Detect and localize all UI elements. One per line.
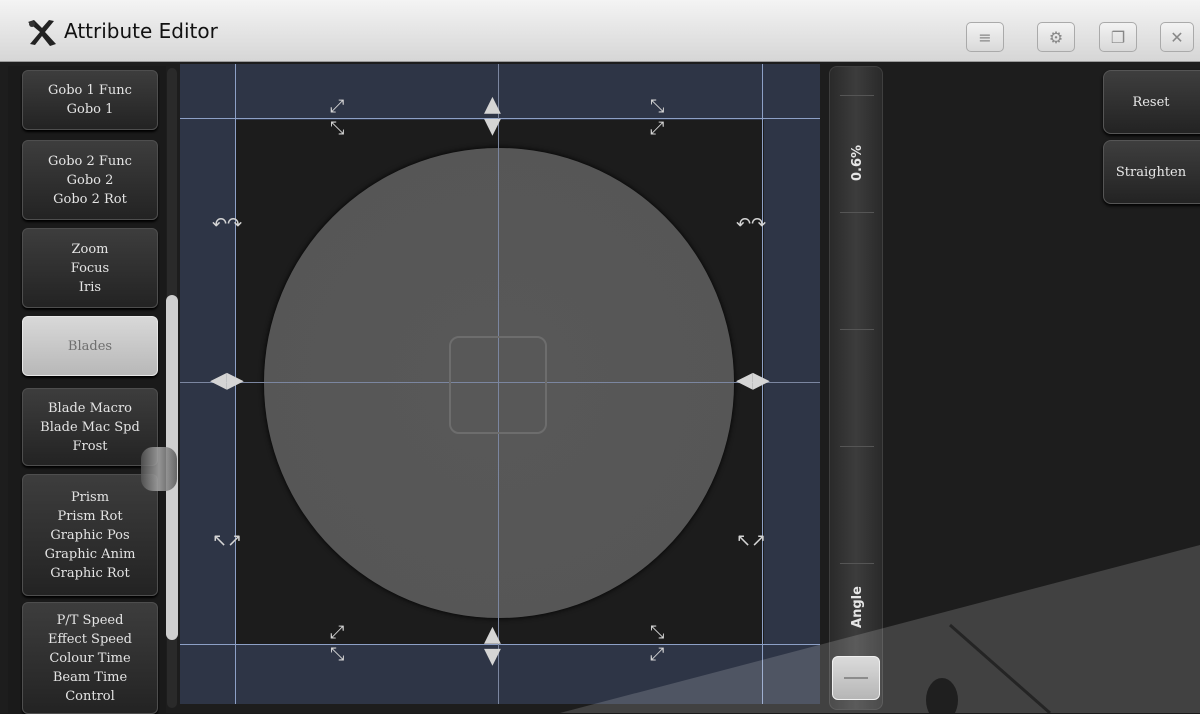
top-move-arrows-icon[interactable]: ▲ ▼ xyxy=(484,94,501,138)
sidebar-item-label: Focus xyxy=(70,260,110,276)
left-top-rotate-icon[interactable]: ↶↷ xyxy=(212,214,242,236)
sidebar-item-label: Graphic Rot xyxy=(50,565,130,581)
sidebar-item-label: P/T Speed xyxy=(56,612,124,628)
sidebar-item-label: Blade Mac Spd xyxy=(40,419,140,435)
sidebar-item-label: Colour Time xyxy=(49,650,131,666)
sidebar-item-3[interactable]: Blades xyxy=(22,316,158,376)
sidebar-item-label: Iris xyxy=(78,279,102,295)
sidebar-item-0[interactable]: Gobo 1 Func Gobo 1 xyxy=(22,70,158,130)
slider-label: Angle xyxy=(849,586,865,628)
sidebar-item-label: Control xyxy=(65,688,115,704)
bottom-move-arrows-icon[interactable]: ▲ ▼ xyxy=(484,624,501,668)
slider-knob[interactable] xyxy=(832,656,880,700)
left-bottom-rotate-icon[interactable]: ↖↗ xyxy=(212,530,242,552)
left-move-arrows-icon[interactable]: ◀▶ xyxy=(210,370,244,392)
sidebar-item-1[interactable]: Gobo 2 Func Gobo 2 Gobo 2 Rot xyxy=(22,140,158,220)
sidebar-item-label: Gobo 1 Func xyxy=(48,83,132,98)
top-left-rotate-icon[interactable]: ⤢ ⤡ xyxy=(330,96,344,140)
close-icon: ✕ xyxy=(1170,27,1184,47)
window-title: Attribute Editor xyxy=(64,19,218,43)
bottom-right-rotate-icon[interactable]: ⤡ ⤢ xyxy=(650,622,664,666)
top-right-rotate-icon[interactable]: ⤡ ⤢ xyxy=(650,96,664,140)
right-bottom-rotate-icon[interactable]: ↖↗ xyxy=(736,530,766,552)
close-button[interactable]: ✕ xyxy=(1160,22,1194,52)
sidebar-item-label: Effect Speed xyxy=(48,631,132,647)
sidebar-item-5[interactable]: Prism Prism Rot Graphic Pos Graphic Anim Gra… xyxy=(22,474,158,596)
slider-value: 0.6% xyxy=(849,144,865,182)
blades-editor[interactable]: ⤢ ⤡ ▲ ▼ ⤡ ⤢ ⤢ ⤡ ▲ ▼ ⤡ ⤢ ↶↷ ◀▶ ↖↗ ↶↷ ◀▶ ↖↗ xyxy=(180,64,820,704)
center-handle[interactable] xyxy=(449,336,547,434)
reset-button[interactable]: Reset xyxy=(1103,70,1200,134)
bottom-left-rotate-icon[interactable]: ⤢ ⤡ xyxy=(330,622,344,666)
sidebar-item-label: Zoom xyxy=(71,241,109,257)
sidebar-item-label: Graphic Pos xyxy=(50,527,130,543)
restore-button[interactable]: ❐ xyxy=(1099,22,1137,52)
sidebar-drag-handle[interactable] xyxy=(141,447,177,491)
settings-button[interactable]: ⚙ xyxy=(1037,22,1075,52)
sidebar-item-label: Gobo 1 xyxy=(66,102,114,117)
right-move-arrows-icon[interactable]: ◀▶ xyxy=(736,370,770,392)
sidebar-item-6[interactable]: P/T Speed Effect Speed Colour Time Beam Tim… xyxy=(22,602,158,714)
right-top-rotate-icon[interactable]: ↶↷ xyxy=(736,214,766,236)
sidebar-item-label: Blade Macro xyxy=(48,400,132,416)
window-icon: ❐ xyxy=(1110,27,1126,47)
sidebar-item-label: Prism xyxy=(70,489,110,505)
sidebar-item-label: Beam Time xyxy=(52,669,128,685)
sidebar-item-label: Gobo 2 Func xyxy=(48,153,132,169)
menu-button[interactable]: ≡ xyxy=(966,22,1004,52)
slider-tick xyxy=(840,329,874,330)
sidebar-item-label: Gobo 2 Rot xyxy=(53,191,127,207)
sidebar-item-label: Frost xyxy=(72,438,108,454)
slider-tick xyxy=(840,212,874,213)
sidebar-item-4[interactable]: Blade Macro Blade Mac Spd Frost xyxy=(22,388,158,466)
sidebar-item-label: Gobo 2 xyxy=(66,172,114,188)
sidebar-item-label: Prism Rot xyxy=(57,508,123,524)
slider-tick xyxy=(840,563,874,564)
slider-tick xyxy=(840,95,874,96)
sidebar-item-label: Graphic Anim xyxy=(44,546,136,562)
sidebar-item-2[interactable]: Zoom Focus Iris xyxy=(22,228,158,308)
straighten-button[interactable]: Straighten xyxy=(1103,140,1200,204)
title-bar: Attribute Editor ≡ ⚙ ❐ ✕ xyxy=(0,0,1200,62)
app-logo-icon xyxy=(28,20,56,46)
menu-icon: ≡ xyxy=(978,27,992,47)
slider-tick xyxy=(840,446,874,447)
gear-icon: ⚙ xyxy=(1048,27,1064,47)
sidebar-item-label: Blades xyxy=(67,338,113,354)
